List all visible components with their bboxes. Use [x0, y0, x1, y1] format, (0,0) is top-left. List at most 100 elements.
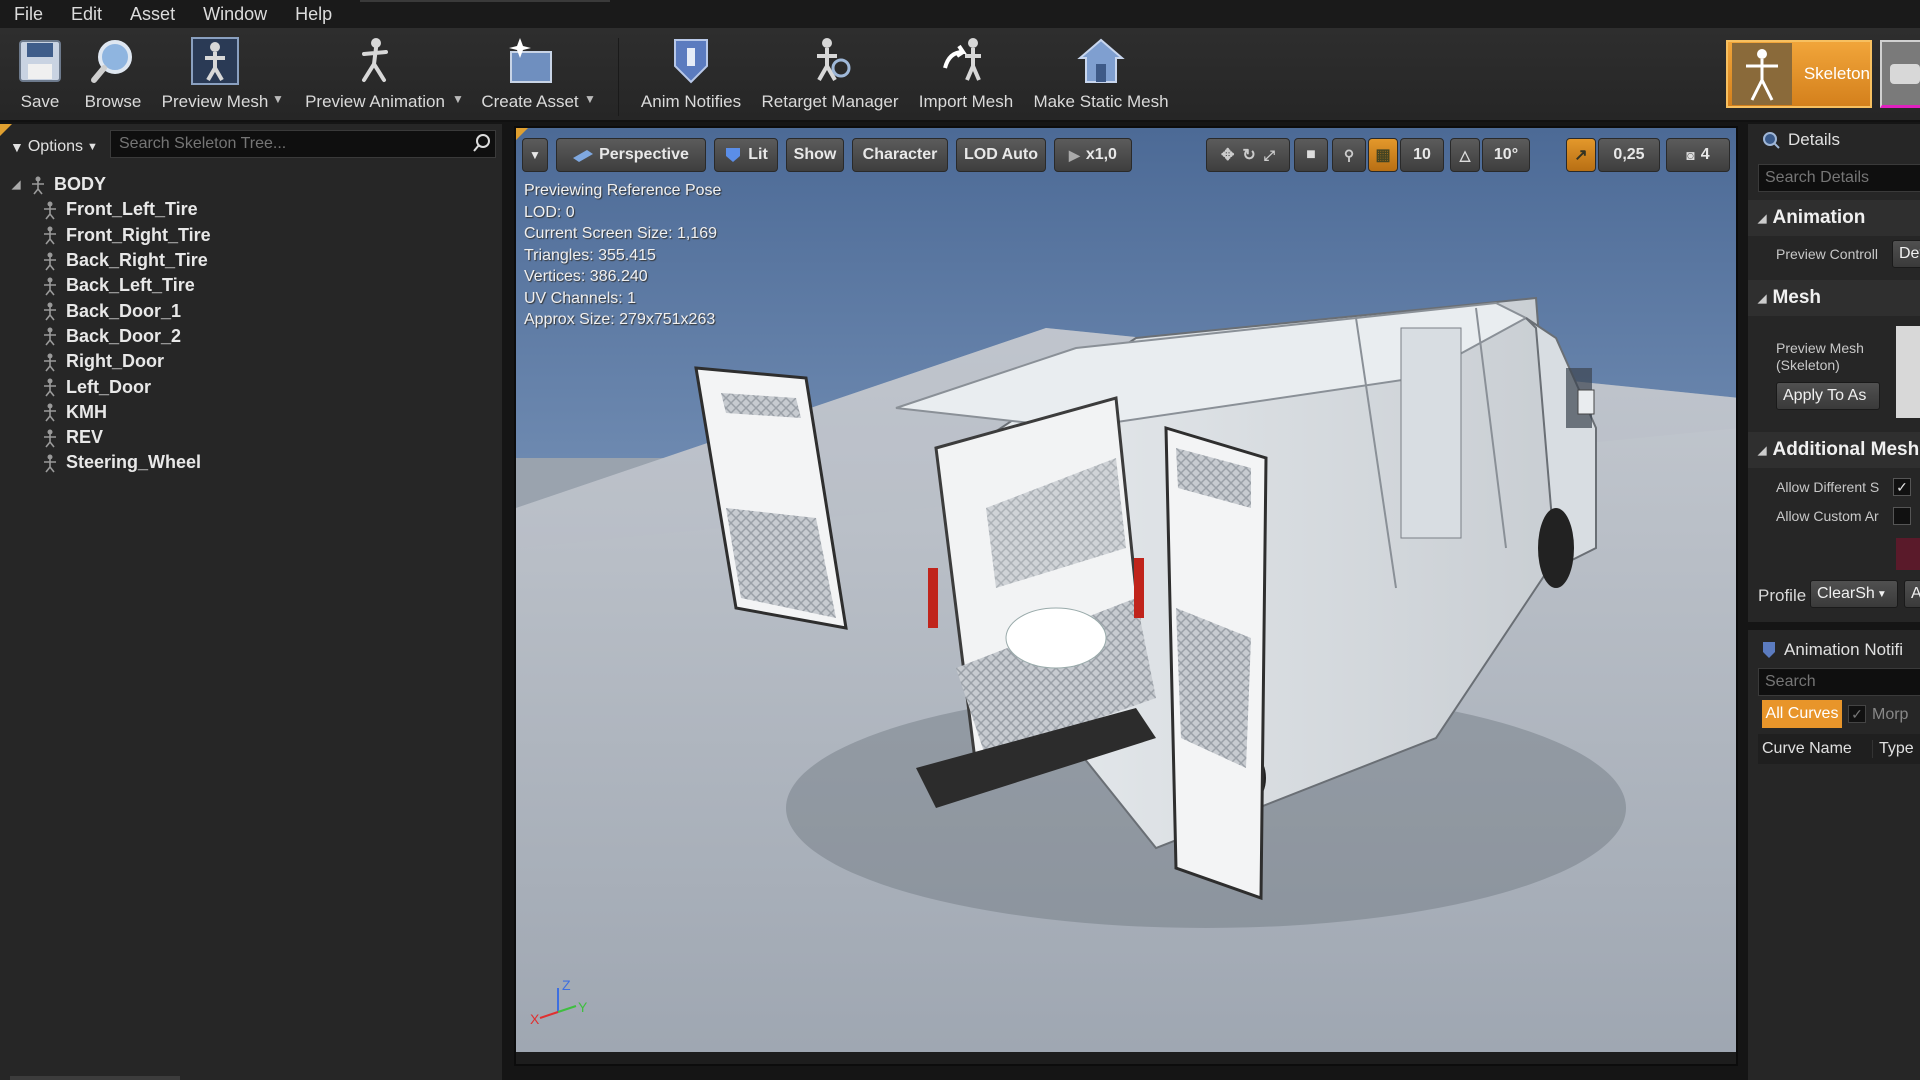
allow-custom-checkbox[interactable] [1893, 507, 1911, 525]
morph-checkbox[interactable]: ✓ [1848, 705, 1866, 723]
tree-item-bone[interactable]: Right_Door [0, 349, 502, 374]
retarget-manager-button[interactable]: Retarget Manager [760, 34, 900, 118]
grid-snap-toggle[interactable]: ▦ [1368, 138, 1398, 172]
options-dropdown[interactable]: ▼ Options ▼ [10, 138, 110, 156]
create-asset-icon [503, 34, 557, 88]
bone-icon [40, 428, 60, 448]
play-rate-button[interactable]: ▶ x1,0 [1054, 138, 1132, 172]
preview-animation-dropdown-icon[interactable]: ▼ [452, 92, 464, 106]
rotation-snap-value[interactable]: 10° [1482, 138, 1530, 172]
surface-snap-button[interactable]: ⚲ [1332, 138, 1366, 172]
translate-icon[interactable]: ✥ [1221, 145, 1234, 165]
angle-icon: △ [1459, 146, 1471, 163]
scale-snap-value[interactable]: 0,25 [1598, 138, 1660, 172]
lod-auto-button[interactable]: LOD Auto [956, 138, 1046, 172]
tree-item-bone[interactable]: Front_Right_Tire [0, 223, 502, 248]
retarget-manager-icon [803, 34, 857, 88]
tree-item-bone[interactable]: Left_Door [0, 374, 502, 399]
bone-icon [40, 453, 60, 473]
save-button[interactable]: Save [10, 34, 70, 118]
play-icon: ▶ [1069, 146, 1080, 163]
anim-notifies-button[interactable]: Anim Notifies [636, 34, 746, 118]
skeleton-tree-search-input[interactable] [110, 130, 496, 158]
world-local-toggle[interactable]: ■ [1294, 138, 1328, 172]
preview-controller-dropdown[interactable]: Def [1892, 240, 1920, 268]
menu-window[interactable]: Window [189, 0, 281, 28]
create-asset-dropdown-icon[interactable]: ▼ [584, 92, 596, 106]
tree-item-bone[interactable]: REV [0, 425, 502, 450]
tree-item-root[interactable]: ◢ BODY [0, 172, 502, 197]
mesh-mode-tab[interactable] [1880, 40, 1920, 108]
allow-different-checkbox[interactable]: ✓ [1893, 478, 1911, 496]
tree-item-bone[interactable]: Front_Left_Tire [0, 197, 502, 222]
apply-to-asset-button[interactable]: Apply To As [1776, 382, 1880, 410]
tree-item-bone[interactable]: Back_Left_Tire [0, 273, 502, 298]
preview-mesh-sublabel: (Skeleton) [1776, 357, 1840, 373]
details-tab[interactable]: Details [1748, 124, 1920, 156]
all-curves-button[interactable]: All Curves [1762, 700, 1842, 728]
camera-speed-button[interactable]: ◙ 4 [1666, 138, 1730, 172]
preview-viewport[interactable]: ▼ Perspective Lit Show Character LOD Aut… [514, 126, 1738, 1066]
menu-asset[interactable]: Asset [116, 0, 189, 28]
create-asset-button[interactable]: Create Asset [480, 34, 580, 118]
toolbar-separator [618, 38, 619, 116]
lit-button[interactable]: Lit [714, 138, 778, 172]
menu-edit[interactable]: Edit [57, 0, 116, 28]
profile-extra-button[interactable]: A [1904, 580, 1920, 608]
tree-item-bone[interactable]: Back_Door_1 [0, 298, 502, 323]
rotation-snap-toggle[interactable]: △ [1450, 138, 1480, 172]
surface-snap-icon: ⚲ [1343, 146, 1355, 163]
scale-icon[interactable]: ⤢ [1264, 147, 1275, 164]
profile-dropdown[interactable]: ClearSh ▼ [1810, 580, 1898, 608]
rotate-icon[interactable]: ↻ [1242, 145, 1255, 165]
show-button[interactable]: Show [786, 138, 844, 172]
tree-item-label: BODY [54, 174, 107, 195]
grid-snap-value[interactable]: 10 [1400, 138, 1444, 172]
column-type[interactable]: Type [1873, 740, 1914, 758]
preview-mesh-label: Preview Mesh [1776, 340, 1864, 356]
preview-mesh-button[interactable]: Preview Mesh [160, 34, 270, 118]
tree-item-label: Steering_Wheel [66, 452, 202, 473]
cube-icon: ■ [1306, 146, 1316, 163]
tree-item-bone[interactable]: KMH [0, 400, 502, 425]
info-screen-size: Current Screen Size: 1,169 [524, 225, 717, 242]
grid-icon: ▦ [1375, 147, 1391, 164]
menu-divider [360, 0, 610, 2]
tree-item-bone[interactable]: Back_Right_Tire [0, 248, 502, 273]
viewport-options-button[interactable]: ▼ [522, 138, 548, 172]
expand-triangle-icon[interactable]: ◢ [12, 178, 28, 191]
animation-section-header[interactable]: ◢ Animation [1748, 200, 1920, 236]
color-swatch[interactable] [1896, 538, 1920, 570]
curves-search-input[interactable] [1758, 668, 1920, 696]
preview-mesh-thumbnail[interactable] [1896, 326, 1920, 418]
browse-button[interactable]: Browse [80, 34, 146, 118]
column-curve-name[interactable]: Curve Name [1758, 740, 1873, 758]
details-search-input[interactable] [1758, 164, 1920, 192]
axis-y-label: Y [578, 999, 588, 1015]
tree-item-label: Back_Left_Tire [66, 275, 195, 296]
transform-tools-group: ✥ ↻ ⤢ [1206, 138, 1290, 172]
menu-file[interactable]: File [0, 0, 57, 28]
tree-item-bone[interactable]: Back_Door_2 [0, 324, 502, 349]
animation-notifies-tab[interactable]: Animation Notifi [1748, 634, 1920, 666]
additional-meshes-section-header[interactable]: ◢ Additional Meshe [1748, 432, 1920, 468]
bone-icon [40, 326, 60, 346]
import-mesh-button[interactable]: Import Mesh [914, 34, 1018, 118]
collapse-triangle-icon: ◢ [1758, 292, 1767, 305]
scrollbar[interactable] [10, 1076, 180, 1080]
import-mesh-icon [939, 34, 993, 88]
mesh-section-header[interactable]: ◢ Mesh [1748, 280, 1920, 316]
tree-item-bone[interactable]: Steering_Wheel [0, 450, 502, 475]
preview-mesh-dropdown-icon[interactable]: ▼ [272, 92, 284, 106]
perspective-button[interactable]: Perspective [556, 138, 706, 172]
preview-animation-button[interactable]: Preview Animation [300, 34, 450, 118]
scale-snap-toggle[interactable]: ↗ [1566, 138, 1596, 172]
notify-shield-icon [1762, 641, 1776, 659]
make-static-mesh-button[interactable]: Make Static Mesh [1030, 34, 1172, 118]
search-icon[interactable] [472, 133, 492, 158]
info-triangles: Triangles: 355.415 [524, 246, 656, 264]
menu-help[interactable]: Help [281, 0, 346, 28]
viewport-info-overlay: Previewing Reference Pose LOD: 0 Current… [524, 180, 721, 331]
skeleton-mode-tab[interactable]: Skeleton [1726, 40, 1872, 108]
character-button[interactable]: Character [852, 138, 948, 172]
